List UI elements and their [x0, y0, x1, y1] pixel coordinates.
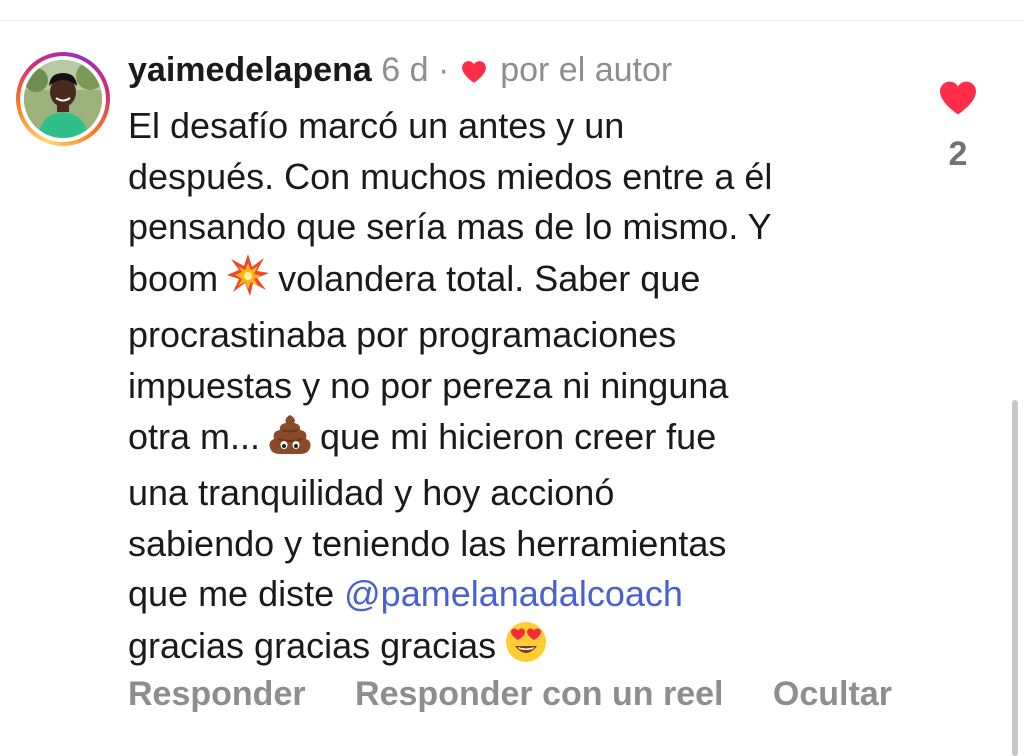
comment-line: boom volandera total. Saber que — [128, 253, 908, 311]
comment-text-fragment: boom — [128, 257, 219, 299]
separator: · — [437, 51, 450, 89]
like-count[interactable]: 2 — [932, 135, 984, 174]
comment-actions: Responder Responder con un reel Ocultar — [128, 672, 892, 716]
heart-eyes-emoji — [504, 620, 548, 678]
comment-line: que me diste @pamelanadalcoach — [128, 569, 908, 620]
reply-with-reel-button[interactable]: Responder con un reel — [355, 675, 723, 713]
comment-text-fragment: que mi hicieron creer fue — [320, 415, 717, 457]
mention-link[interactable]: @pamelanadalcoach — [344, 573, 683, 614]
comment-text-fragment: que me diste — [128, 573, 345, 615]
liked-by-author-label: por el autor — [500, 51, 673, 89]
comment-line: sabiendo y teniendo las herramientas — [128, 522, 727, 564]
comment-line: una tranquilidad y hoy accionó — [128, 472, 615, 514]
like-column: 2 — [932, 80, 984, 174]
comment-line: después. Con muchos miedos entre a él — [128, 155, 773, 197]
divider — [0, 20, 1024, 21]
heart-icon — [461, 51, 487, 95]
timestamp: 6 d — [381, 51, 429, 89]
comment-text-fragment: volandera total. Saber que — [278, 257, 701, 299]
pile-of-poo-emoji — [268, 413, 312, 469]
comment-line: impuestas y no por pereza ni ninguna — [128, 364, 729, 406]
avatar-photo — [24, 60, 102, 138]
comment-line: procrastinaba por programaciones — [128, 314, 677, 356]
comment-header: yaimedelapena 6 d · por el autor — [128, 48, 908, 95]
comment-text-fragment: gracias gracias gracias — [128, 624, 497, 666]
comment-line: El desafío marcó un antes y un — [128, 105, 625, 146]
hide-button[interactable]: Ocultar — [773, 675, 892, 713]
comment: yaimedelapena 6 d · por el autor El desa… — [128, 48, 908, 678]
comment-line: pensando que sería mas de lo mismo. Y — [128, 206, 772, 248]
avatar-story-ring[interactable] — [16, 52, 110, 146]
reply-button[interactable]: Responder — [128, 675, 306, 713]
username[interactable]: yaimedelapena — [128, 51, 372, 89]
like-heart-icon[interactable] — [932, 80, 984, 121]
scrollbar[interactable] — [1012, 400, 1018, 756]
comment-line: gracias gracias gracias — [128, 620, 908, 678]
collision-emoji — [226, 253, 270, 311]
comment-screen: yaimedelapena 6 d · por el autor El desa… — [0, 0, 1024, 756]
comment-line: otra m... que mi hicieron creer fue — [128, 412, 908, 469]
avatar[interactable] — [24, 60, 102, 138]
comment-text: El desafío marcó un antes y un después. … — [128, 101, 908, 678]
comment-text-fragment: otra m... — [128, 415, 261, 457]
